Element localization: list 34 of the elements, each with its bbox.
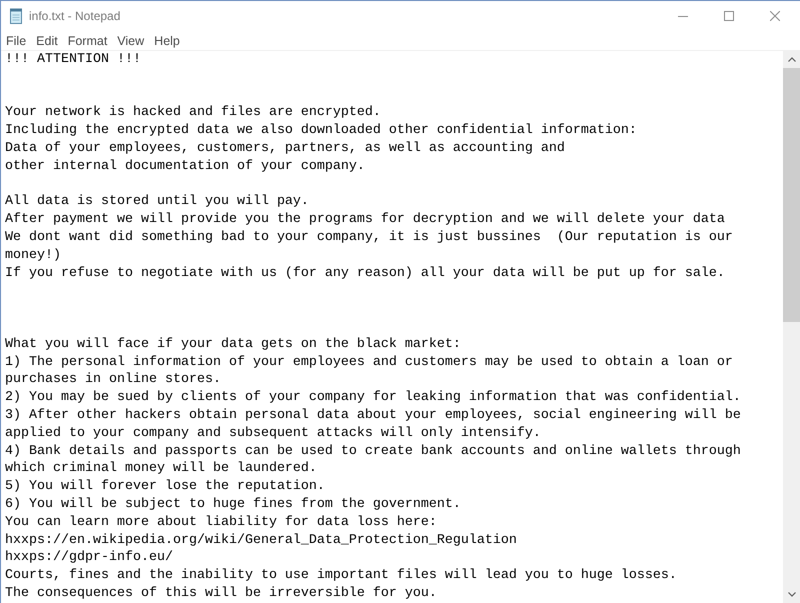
document-line: Your network is hacked and files are encrypted.: [5, 104, 382, 122]
document-line: After payment we will provide you the programs for decryption and we will delete your data: [5, 211, 726, 229]
document-line: Data of your employees, customers, partners, as well as accounting and: [5, 140, 566, 158]
menu-item[interactable]: Format: [62, 31, 112, 50]
document-line: 5) You will forever lose the reputation.: [5, 478, 326, 496]
chevron-up-icon: [788, 57, 796, 62]
document-line: 1) The personal information of your employees and customers may be used to obtain a loan or purchases in online stores.: [5, 354, 734, 390]
menu-item[interactable]: File: [1, 31, 32, 50]
window-title: info.txt - Notepad: [29, 9, 120, 23]
chevron-down-icon: [788, 592, 796, 597]
document-line: other internal documentation of your company.: [5, 158, 366, 176]
document-line: 2) You may be sued by clients of your company for leaking information that was confidential.: [5, 389, 742, 407]
document-line: 6) You will be subject to huge fines from the government.: [5, 496, 462, 514]
document-line: hxxps://en.wikipedia.org/wiki/General_Data_Protection_Regulation: [5, 532, 518, 550]
menu-item[interactable]: View: [112, 31, 150, 50]
document-line: We dont want did something bad to your company, it is just bussines (Our reputation is our money!): [5, 228, 734, 265]
document-line: The consequences of this will be irreversible for you.: [5, 584, 438, 603]
document-line: Including the encrypted data we also downloaded other confidential information:: [5, 122, 638, 140]
notepad-icon: [8, 8, 24, 24]
document-line: 4) Bank details and passports can be used to create bank accounts and online wallets through which criminal money will be laundered.: [5, 442, 742, 478]
document-line: If you refuse to negotiate with us (for any reason) all your data will be put up for sale.: [5, 264, 726, 282]
document-line: Courts, fines and the inability to use important files will lead you to huge losses.: [5, 567, 678, 585]
document-line: !!! ATTENTION !!!: [5, 51, 142, 69]
document-line: What you will face if your data gets on the black market:: [5, 336, 462, 354]
document-line: 3) After other hackers obtain personal data about your employees, social engineering will be applied to your company and subsequent attacks will only intensify.: [5, 406, 742, 443]
close-icon: [770, 11, 780, 21]
document-line: You can learn more about liability for data loss here:: [5, 514, 438, 532]
maximize-icon: [724, 11, 734, 21]
menu-item[interactable]: Help: [149, 31, 185, 50]
vertical-scrollbar[interactable]: [783, 51, 800, 603]
document-line: hxxps://gdpr-info.eu/: [5, 549, 174, 568]
document-line: All data is stored until you will pay.: [5, 193, 310, 212]
menu-item[interactable]: Edit: [31, 31, 63, 50]
scroll-thumb[interactable]: [783, 68, 800, 322]
